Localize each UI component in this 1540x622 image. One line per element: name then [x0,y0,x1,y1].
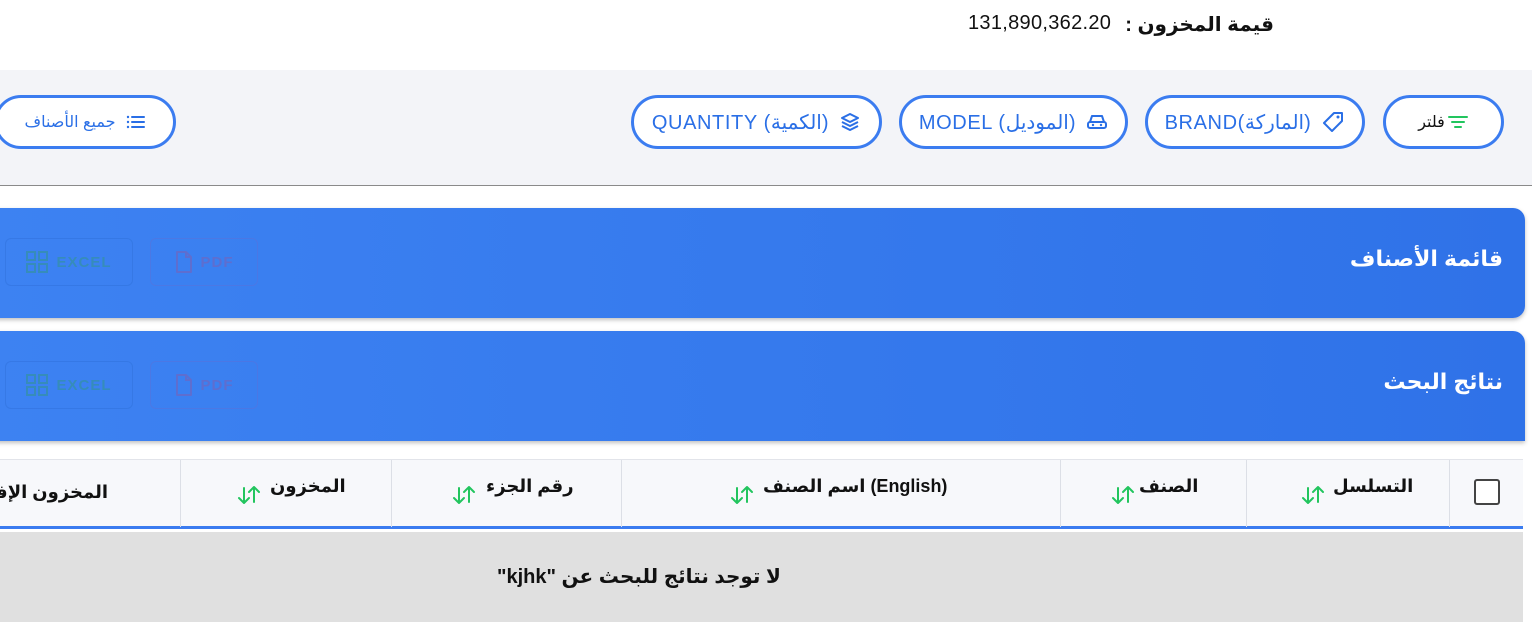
file-icon [175,251,192,273]
select-all-cell [1449,460,1523,527]
sort-arrows-icon[interactable] [1111,485,1135,505]
sort-arrows-icon[interactable] [452,485,476,505]
search-results-panel: نتائج البحث PDF EXCEL [0,331,1525,441]
column-label: اسم الصنف (English) [763,476,948,496]
filter-lines-icon [1447,116,1468,128]
inventory-value: قيمة المخزون : 131,890,362.20 [968,12,1274,37]
list-icon [126,115,145,129]
items-excel-button[interactable]: EXCEL [5,238,133,286]
filter-bar: فلتر BRAND(الماركة) MODEL (الموديل) QUAN… [0,70,1532,186]
items-list-panel: قائمة الأصناف PDF EXCEL [0,208,1525,318]
column-label: الصنف [1139,476,1199,496]
results-excel-button[interactable]: EXCEL [5,361,133,409]
items-pdf-button[interactable]: PDF [150,238,258,286]
column-header-item-name-english[interactable]: اسم الصنف (English) [621,460,1060,527]
brand-filter-label: BRAND(الماركة) [1164,111,1312,134]
search-results-title: نتائج البحث [1383,369,1503,394]
items-excel-label: EXCEL [56,253,112,271]
column-label: المخزون الإفتتاحي [0,482,108,502]
column-label: رقم الجزء [486,476,574,496]
filter-label: فلتر [1418,114,1445,131]
grid-icon [26,374,49,396]
results-table-header: التسلسل الصنف اسم الصنف (English) رقم ال… [0,459,1523,529]
column-label: التسلسل [1333,476,1414,496]
sort-arrows-icon[interactable] [730,485,754,505]
inventory-amount: 131,890,362.20 [968,12,1112,34]
column-header-part-number[interactable]: رقم الجزء [391,460,621,527]
results-pdf-button[interactable]: PDF [150,361,258,409]
inventory-label: قيمة المخزون : [1125,14,1274,36]
column-header-serial[interactable]: التسلسل [1246,460,1449,527]
brand-filter-button[interactable]: BRAND(الماركة) [1145,95,1365,149]
items-pdf-label: PDF [200,253,234,271]
select-all-checkbox[interactable] [1474,479,1500,505]
all-items-label: جميع الأصناف [24,114,116,131]
column-header-item[interactable]: الصنف [1060,460,1246,527]
column-label: المخزون [270,476,346,496]
car-icon [1087,115,1108,129]
tag-icon [1323,112,1344,132]
results-excel-label: EXCEL [56,376,112,394]
sort-arrows-icon[interactable] [1301,485,1325,505]
filter-button[interactable]: فلتر [1383,95,1504,149]
grid-icon [26,251,49,273]
quantity-filter-button[interactable]: QUANTITY (الكمية) [631,95,882,149]
model-filter-label: MODEL (الموديل) [918,111,1077,134]
results-pdf-label: PDF [200,376,234,394]
file-icon [175,374,192,396]
quantity-filter-label: QUANTITY (الكمية) [651,111,830,134]
empty-results-row: لا توجد نتائج للبحث عن "kjhk" [0,532,1523,622]
sort-arrows-icon[interactable] [237,485,261,505]
column-header-stock[interactable]: المخزون [180,460,391,527]
all-items-button[interactable]: جميع الأصناف [0,95,176,149]
layers-icon [841,113,860,131]
model-filter-button[interactable]: MODEL (الموديل) [899,95,1128,149]
column-header-opening-stock[interactable]: المخزون الإفتتاحي [0,460,180,527]
items-list-title: قائمة الأصناف [1349,246,1503,271]
empty-results-message: لا توجد نتائج للبحث عن "kjhk" [497,566,781,588]
